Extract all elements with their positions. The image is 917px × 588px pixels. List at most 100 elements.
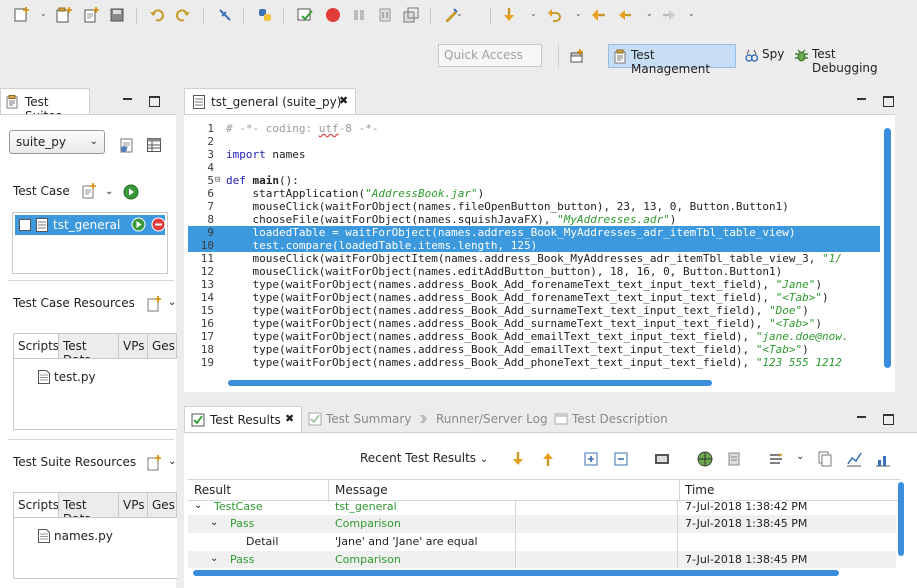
- list-item[interactable]: tst_general: [15, 215, 166, 235]
- column-time[interactable]: Time: [685, 483, 714, 497]
- step-into-icon[interactable]: [546, 6, 564, 24]
- minimize-button[interactable]: [123, 96, 132, 100]
- code-line[interactable]: 15 type(waitForObject(names.address_Book…: [188, 304, 880, 317]
- code-line[interactable]: 7 mouseClick(waitForObject(names.fileOpe…: [188, 200, 880, 213]
- perspective-spy[interactable]: Spy: [740, 44, 788, 68]
- tab-test-data[interactable]: Test Data: [58, 333, 119, 367]
- move-down-icon[interactable]: [510, 451, 526, 467]
- back-icon[interactable]: [590, 6, 608, 24]
- prev-icon[interactable]: [616, 6, 634, 24]
- suite-select[interactable]: suite_py ⌄: [9, 130, 105, 154]
- close-icon[interactable]: ✖: [285, 412, 294, 425]
- tab-test-data[interactable]: Test Data: [58, 492, 119, 526]
- code-line[interactable]: 12 mouseClick(waitForObject(names.editAd…: [188, 265, 880, 278]
- run-test-case-icon[interactable]: [131, 217, 146, 232]
- code-line[interactable]: 3 import names: [188, 148, 880, 161]
- chevron-down-icon[interactable]: ⌄: [575, 9, 583, 19]
- column-result[interactable]: Result: [194, 483, 231, 497]
- code-line[interactable]: 5 ⊟ def main():: [188, 174, 880, 187]
- maximize-button[interactable]: [883, 96, 894, 107]
- code-line[interactable]: 14 type(waitForObject(names.address_Book…: [188, 291, 880, 304]
- tab-vps[interactable]: VPs: [118, 492, 148, 518]
- suite-table-icon[interactable]: [146, 137, 162, 153]
- editor-horizontal-scrollbar[interactable]: [228, 380, 712, 386]
- perspective-test-management[interactable]: Test Management: [608, 44, 736, 76]
- code-line[interactable]: 17 type(waitForObject(names.address_Book…: [188, 330, 880, 343]
- record-icon[interactable]: [296, 6, 314, 24]
- chart-icon[interactable]: [846, 451, 862, 467]
- tab-scripts[interactable]: Scripts: [13, 333, 59, 359]
- export-icon[interactable]: [654, 451, 670, 467]
- chevron-down-icon[interactable]: ⌄: [688, 9, 696, 19]
- chevron-down-icon[interactable]: ⌄: [796, 451, 812, 467]
- delete-test-case-icon[interactable]: [151, 217, 166, 232]
- redo-icon[interactable]: [174, 6, 192, 24]
- tab-gestures[interactable]: Ges: [147, 333, 177, 359]
- maximize-button[interactable]: [883, 414, 894, 425]
- list-item[interactable]: names.py: [38, 529, 113, 543]
- tab-editor-file[interactable]: tst_general (suite_py) ✖: [184, 88, 356, 114]
- tab-vps[interactable]: VPs: [118, 333, 148, 359]
- chevron-down-icon[interactable]: ⌄: [456, 9, 464, 19]
- undo-icon[interactable]: [148, 6, 166, 24]
- chevron-down-icon[interactable]: ⌄: [646, 9, 654, 19]
- tab-test-results[interactable]: Test Results ✖: [184, 406, 302, 432]
- chevron-down-icon[interactable]: ⌄: [105, 186, 113, 197]
- close-icon[interactable]: ✖: [339, 94, 348, 107]
- pause-alt-icon[interactable]: [376, 6, 394, 24]
- code-line[interactable]: 18 type(waitForObject(names.address_Book…: [188, 343, 880, 356]
- chevron-down-icon[interactable]: ⌄: [40, 9, 48, 19]
- code-line[interactable]: 19 type(waitForObject(names.address_Book…: [188, 356, 880, 369]
- tab-gestures[interactable]: Ges: [147, 492, 177, 518]
- pause-icon[interactable]: [350, 6, 368, 24]
- list-item[interactable]: test.py: [38, 370, 96, 384]
- code-line[interactable]: 1 # -*- coding: utf-8 -*-: [188, 122, 880, 135]
- chevron-down-icon[interactable]: ⌄: [168, 297, 176, 308]
- code-line[interactable]: 11 mouseClick(waitForObjectItem(names.ad…: [188, 252, 880, 265]
- editor-vertical-scrollbar[interactable]: [884, 128, 891, 368]
- suite-settings-icon[interactable]: [118, 136, 136, 154]
- new-resource-icon[interactable]: [146, 455, 162, 471]
- run-suite-icon[interactable]: [123, 184, 139, 200]
- chevron-down-icon[interactable]: ⌄: [168, 456, 176, 467]
- open-perspective-icon[interactable]: [569, 48, 587, 66]
- code-editor[interactable]: 1 # -*- coding: utf-8 -*- 2 3 import names 4 5…: [188, 122, 880, 376]
- collapse-all-icon[interactable]: [613, 451, 629, 467]
- maximize-button[interactable]: [149, 96, 160, 107]
- chart-alt-icon[interactable]: [875, 451, 891, 467]
- results-vertical-scrollbar[interactable]: [898, 482, 904, 556]
- clear-icon[interactable]: [726, 451, 742, 467]
- code-line[interactable]: 8 chooseFile(waitForObject(names.squishJ…: [188, 213, 880, 226]
- python-icon[interactable]: [256, 6, 274, 24]
- chevron-down-icon[interactable]: ⌄: [530, 9, 538, 19]
- new-suite-icon[interactable]: [55, 6, 73, 24]
- move-up-icon[interactable]: [540, 451, 556, 467]
- save-icon[interactable]: [108, 6, 126, 24]
- code-line[interactable]: 4: [188, 161, 880, 174]
- globe-icon[interactable]: [697, 451, 713, 467]
- new-testcase-icon[interactable]: [82, 6, 100, 24]
- tab-test-suites[interactable]: Test Suites: [0, 88, 90, 123]
- code-line[interactable]: 9 loadedTable = waitForObject(names.addr…: [188, 226, 880, 239]
- resize-icon[interactable]: [402, 6, 420, 24]
- recent-test-results-dropdown[interactable]: Recent Test Results ⌄: [360, 451, 488, 465]
- code-line[interactable]: 10 test.compare(loadedTable.items.length…: [188, 239, 880, 252]
- copy-icon[interactable]: [817, 451, 833, 467]
- forward-icon[interactable]: [660, 6, 678, 24]
- code-line[interactable]: 2: [188, 135, 880, 148]
- tab-scripts[interactable]: Scripts: [13, 492, 59, 518]
- step-over-icon[interactable]: [500, 6, 518, 24]
- code-line[interactable]: 16 type(waitForObject(names.address_Book…: [188, 317, 880, 330]
- new-test-case-icon[interactable]: [81, 183, 97, 199]
- code-line[interactable]: 13 type(waitForObject(names.address_Book…: [188, 278, 880, 291]
- perspective-test-debugging[interactable]: Test Debugging: [790, 44, 902, 75]
- minimize-button[interactable]: [857, 96, 866, 100]
- quick-access-input[interactable]: Quick Access: [438, 44, 542, 67]
- fold-icon[interactable]: ⊟: [215, 174, 224, 185]
- column-message[interactable]: Message: [335, 483, 388, 497]
- checkbox[interactable]: [19, 219, 31, 231]
- code-line[interactable]: 6 startApplication("AddressBook.jar"): [188, 187, 880, 200]
- run-settings-icon[interactable]: [768, 451, 784, 467]
- minimize-button[interactable]: [857, 414, 866, 418]
- stop-icon[interactable]: [324, 6, 342, 24]
